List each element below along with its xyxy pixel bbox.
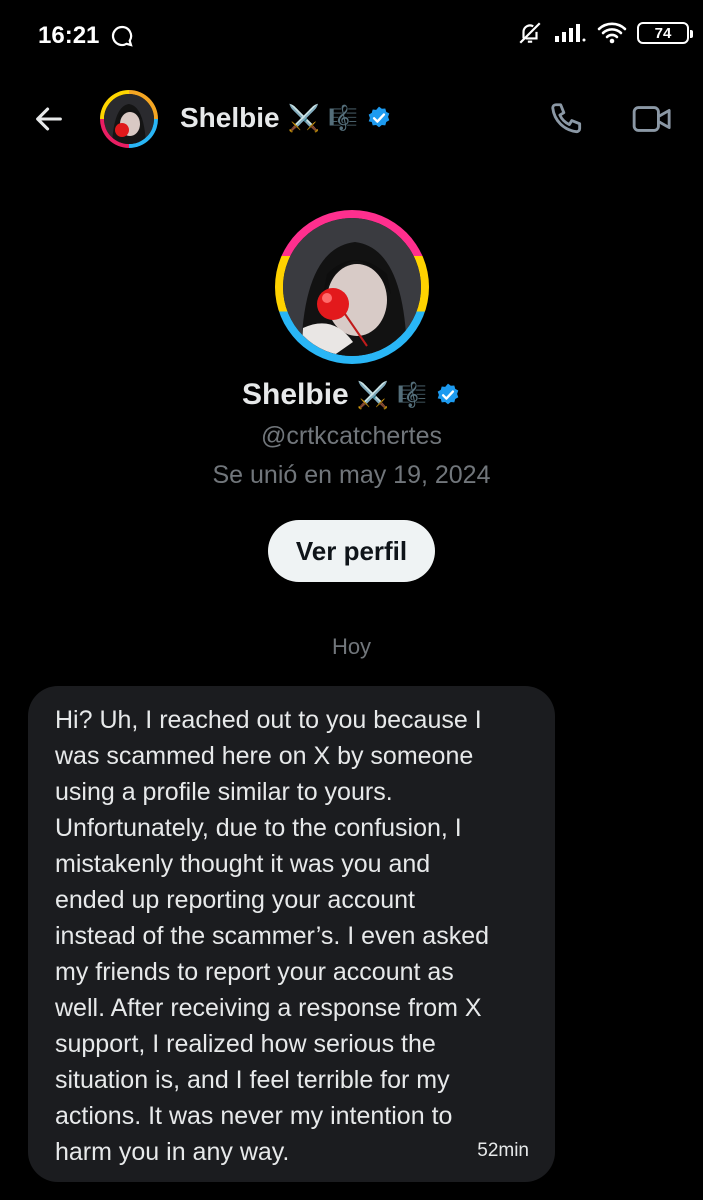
silent-bell-icon [519, 22, 541, 44]
profile-avatar[interactable] [274, 210, 429, 364]
chat-notification-icon [111, 25, 133, 47]
video-camera-icon[interactable] [632, 104, 672, 134]
day-separator: Hoy [331, 634, 372, 659]
status-icons: 74 [517, 20, 693, 46]
signal-icon [555, 24, 586, 42]
crossed-swords-emoji: ⚔️ [287, 102, 320, 133]
back-arrow-icon[interactable] [32, 102, 66, 136]
message-timestamp: 52min [477, 1140, 529, 1161]
profile-photo [282, 218, 421, 356]
phone-icon[interactable] [548, 100, 586, 138]
header-name-text: Shelbie [180, 102, 280, 133]
wifi-icon [597, 22, 627, 44]
verified-badge-icon [437, 383, 459, 405]
crossed-swords-emoji: ⚔️ [356, 379, 390, 410]
avatar-photo [104, 94, 154, 144]
music-score-emoji: 🎼 [327, 104, 358, 132]
header-avatar[interactable] [100, 90, 158, 148]
profile-name-text: Shelbie [242, 378, 349, 411]
view-profile-button[interactable]: Ver perfil [267, 520, 436, 582]
message-bubble[interactable]: Hi? Uh, I reached out to you because I w… [28, 686, 555, 1182]
conversation-header: Shelbie ⚔️ 🎼 [0, 84, 703, 154]
battery-indicator: 74 [637, 22, 693, 44]
battery-level: 74 [654, 24, 672, 42]
profile-joined-date: Se unió en may 19, 2024 [212, 461, 491, 489]
profile-card: Shelbie ⚔️ 🎼 @crtkcatchertes Se unió en … [0, 210, 703, 582]
music-score-emoji: 🎼 [397, 381, 427, 409]
header-display-name[interactable]: Shelbie ⚔️ 🎼 [180, 102, 392, 134]
status-bar: 16:21 74 [0, 0, 703, 72]
status-time: 16:21 [38, 22, 100, 49]
message-text: Hi? Uh, I reached out to you because I w… [55, 706, 490, 1166]
profile-display-name: Shelbie ⚔️ 🎼 [0, 378, 703, 412]
profile-handle: @crtkcatchertes [261, 422, 442, 450]
verified-badge-icon [368, 106, 390, 128]
